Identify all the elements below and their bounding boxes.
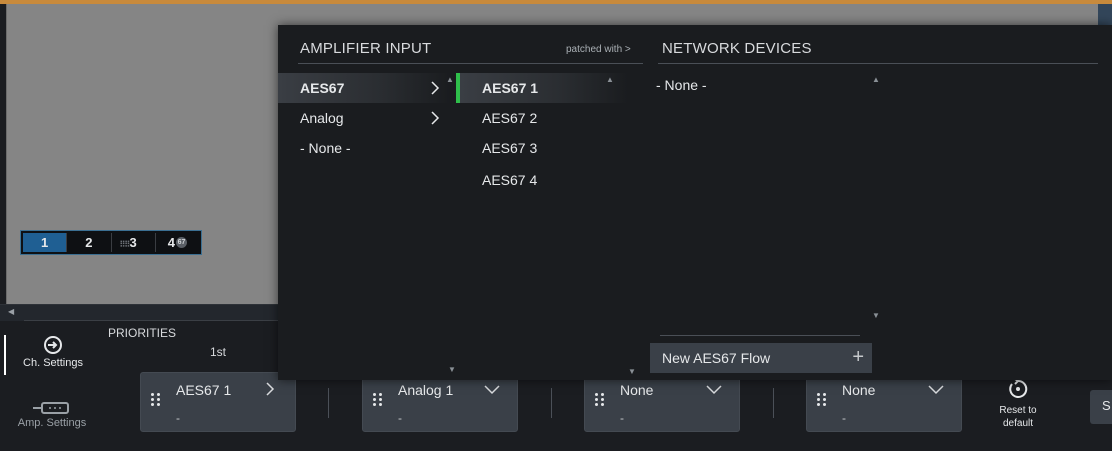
card-separator xyxy=(773,388,774,418)
new-aes67-flow-label: New AES67 Flow xyxy=(662,350,771,366)
channel-1-label: 1 xyxy=(41,235,49,250)
input-type-aes67[interactable]: AES67 xyxy=(278,73,450,103)
aes67-stream-4[interactable]: AES67 4 xyxy=(456,165,628,195)
network-devices-header: NETWORK DEVICES xyxy=(662,40,812,57)
input-type-none-label: - None - xyxy=(300,140,351,156)
drag-handle-icon[interactable] xyxy=(151,393,161,407)
channel-4-badge: 67 xyxy=(175,237,187,248)
input-card-2[interactable]: Analog 1 - xyxy=(362,372,518,432)
scroll-down-arrow-icon[interactable]: ▼ xyxy=(448,365,456,374)
amplifier-input-header: AMPLIFIER INPUT xyxy=(300,40,432,57)
routing-popup: AMPLIFIER INPUT patched with > NETWORK D… xyxy=(278,25,1112,380)
channel-1[interactable]: 1 xyxy=(23,233,68,252)
scroll-up-arrow-icon[interactable]: ▲ xyxy=(446,75,454,84)
aes67-stream-1-label: AES67 1 xyxy=(482,80,539,96)
aes67-stream-1[interactable]: AES67 1 xyxy=(456,73,628,103)
link-dots-icon: ⠿⠿ xyxy=(119,240,131,249)
s-button[interactable]: S xyxy=(1090,390,1112,424)
reset-label-line2: default xyxy=(1002,418,1034,429)
input-card-1-label: AES67 1 xyxy=(176,382,232,398)
new-aes67-flow-button[interactable]: New AES67 Flow + xyxy=(650,343,872,373)
channel-selector: 1 2 ⠿⠿ 3 4 67 xyxy=(20,230,202,255)
scroll-left-arrow-icon[interactable]: ◀ xyxy=(8,307,14,316)
input-type-analog[interactable]: Analog xyxy=(278,103,450,133)
channel-3-label: 3 xyxy=(129,235,137,250)
amplifier-icon xyxy=(33,402,69,414)
priority-first-label: 1st xyxy=(210,345,227,359)
network-list-divider xyxy=(660,335,860,336)
input-type-analog-label: Analog xyxy=(300,110,344,126)
network-devices-list: - None - ▲ ▼ xyxy=(652,73,880,338)
amp-settings-label: Amp. Settings xyxy=(17,417,87,429)
input-card-4-sub: - xyxy=(842,411,846,425)
card-separator xyxy=(328,388,329,418)
patched-with-label: patched with > xyxy=(566,44,631,55)
amp-settings-button[interactable]: Amp. Settings xyxy=(4,401,100,441)
input-card-3[interactable]: None - xyxy=(584,372,740,432)
reset-icon xyxy=(1009,378,1028,398)
left-toolbar: Ch. Settings Amp. Settings xyxy=(0,321,100,451)
ch-settings-label: Ch. Settings xyxy=(23,357,83,369)
input-card-2-sub: - xyxy=(398,411,402,425)
chevron-down-icon[interactable] xyxy=(483,381,501,397)
reset-label-line1: Reset to xyxy=(999,405,1037,416)
scroll-down-arrow-icon[interactable]: ▼ xyxy=(628,367,636,376)
priorities-label: PRIORITIES xyxy=(108,326,177,340)
login-arrow-icon xyxy=(44,336,62,354)
channel-2[interactable]: 2 xyxy=(67,233,112,252)
input-card-4-label: None xyxy=(842,382,876,398)
chevron-down-icon[interactable] xyxy=(927,381,945,397)
ch-settings-button[interactable]: Ch. Settings xyxy=(4,335,100,375)
aes67-stream-2-label: AES67 2 xyxy=(482,110,538,126)
channel-3[interactable]: ⠿⠿ 3 xyxy=(112,233,156,252)
header-underline xyxy=(298,63,643,64)
input-type-none[interactable]: - None - xyxy=(278,133,450,163)
input-type-list: AES67 Analog - None - ▲ xyxy=(278,73,454,363)
chevron-right-icon xyxy=(431,81,440,95)
input-card-3-sub: - xyxy=(620,411,624,425)
chevron-right-icon xyxy=(431,111,440,125)
drag-handle-icon[interactable] xyxy=(595,393,605,407)
aes67-stream-3-label: AES67 3 xyxy=(482,140,538,156)
chevron-right-icon[interactable] xyxy=(261,381,279,397)
aes67-stream-3[interactable]: AES67 3 xyxy=(456,133,628,163)
plus-icon: + xyxy=(852,346,864,368)
aes67-stream-2[interactable]: AES67 2 xyxy=(456,103,628,133)
input-card-3-label: None xyxy=(620,382,654,398)
drag-handle-icon[interactable] xyxy=(817,393,827,407)
input-card-1-sub: - xyxy=(176,411,180,425)
aes67-stream-list: AES67 1 AES67 2 AES67 3 AES67 4 ▲ ▼ ▼ xyxy=(448,73,636,378)
chevron-down-icon[interactable] xyxy=(705,381,723,397)
scroll-up-arrow-icon[interactable]: ▲ xyxy=(872,75,880,84)
channel-2-label: 2 xyxy=(85,235,93,250)
scroll-down-arrow-icon[interactable]: ▼ xyxy=(872,311,880,320)
channel-4[interactable]: 4 67 xyxy=(156,233,199,252)
input-card-4[interactable]: None - xyxy=(806,372,962,432)
header-underline xyxy=(658,63,1098,64)
input-card-2-label: Analog 1 xyxy=(398,382,454,398)
input-type-aes67-label: AES67 xyxy=(300,80,345,96)
card-separator xyxy=(551,388,552,418)
network-device-none[interactable]: - None - xyxy=(656,77,707,93)
input-card-1[interactable]: AES67 1 - xyxy=(140,372,296,432)
scroll-up-arrow-icon[interactable]: ▲ xyxy=(606,75,614,84)
aes67-stream-4-label: AES67 4 xyxy=(482,172,538,188)
channel-4-label: 4 xyxy=(167,235,175,250)
drag-handle-icon[interactable] xyxy=(373,393,383,407)
reset-to-default-button[interactable]: Reset to default xyxy=(990,378,1046,430)
